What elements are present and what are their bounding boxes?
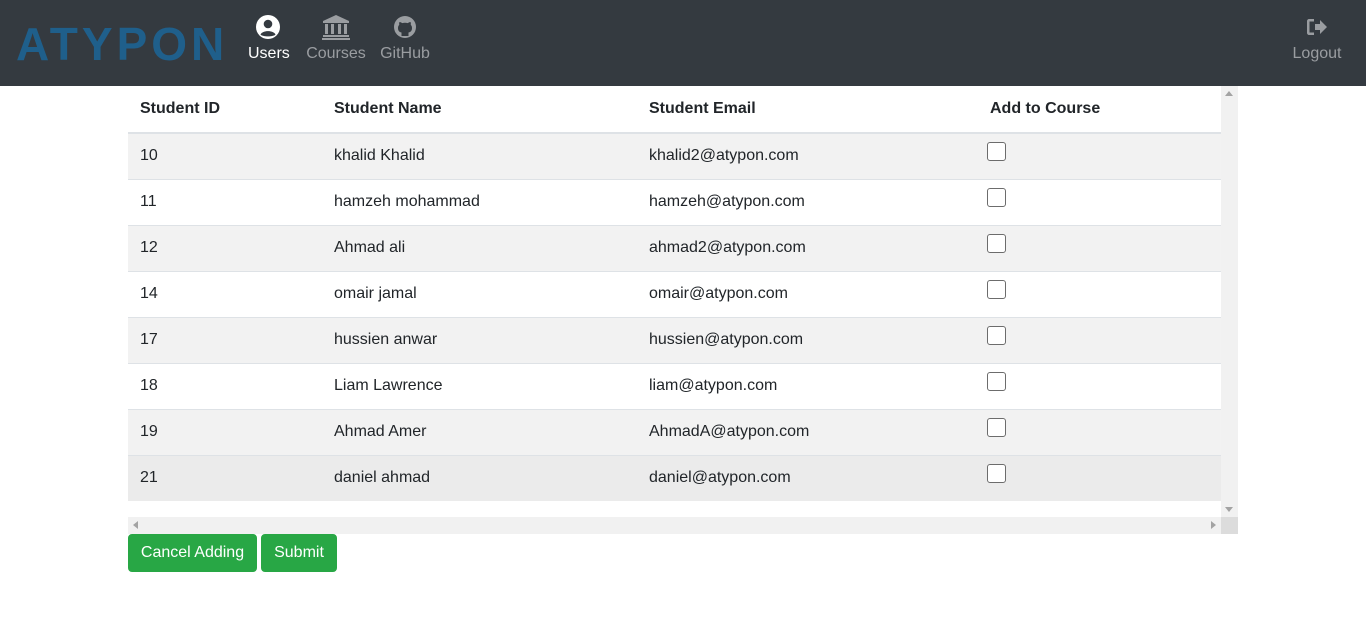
table-row: 12 Ahmad ali ahmad2@atypon.com bbox=[128, 224, 1221, 271]
table-row: 14 omair jamal omair@atypon.com bbox=[128, 270, 1221, 317]
table-row: 18 Liam Lawrence liam@atypon.com bbox=[128, 362, 1221, 409]
cell-student-id: 21 bbox=[128, 454, 322, 501]
university-icon bbox=[322, 15, 350, 40]
add-to-course-checkbox[interactable] bbox=[987, 279, 1006, 299]
nav-users-label: Users bbox=[248, 45, 290, 62]
scroll-up-icon[interactable] bbox=[1225, 91, 1233, 96]
atypon-logo[interactable]: ATYPON bbox=[16, 20, 240, 64]
add-to-course-checkbox[interactable] bbox=[987, 187, 1006, 207]
cell-student-email: daniel@atypon.com bbox=[637, 454, 978, 501]
nav-github-label: GitHub bbox=[380, 45, 430, 62]
cell-student-name: Liam Lawrence bbox=[322, 362, 637, 409]
add-to-course-checkbox[interactable] bbox=[987, 141, 1006, 161]
cell-add-to-course bbox=[978, 454, 1221, 501]
add-to-course-checkbox[interactable] bbox=[987, 463, 1006, 483]
cell-student-id: 14 bbox=[128, 270, 322, 317]
header-add-to-course: Add to Course bbox=[978, 86, 1221, 134]
students-table: Student ID Student Name Student Email Ad… bbox=[128, 86, 1221, 501]
header-student-id: Student ID bbox=[128, 86, 322, 134]
cell-add-to-course bbox=[978, 178, 1221, 225]
github-icon bbox=[394, 16, 416, 38]
nav-courses-label: Courses bbox=[306, 45, 366, 62]
cell-student-email: ahmad2@atypon.com bbox=[637, 224, 978, 271]
user-circle-icon bbox=[256, 15, 280, 39]
cell-add-to-course bbox=[978, 270, 1221, 317]
cell-add-to-course bbox=[978, 316, 1221, 363]
cell-student-email: AhmadA@atypon.com bbox=[637, 408, 978, 455]
cancel-adding-button[interactable]: Cancel Adding bbox=[128, 534, 257, 572]
submit-button[interactable]: Submit bbox=[261, 534, 337, 572]
cell-student-name: Ahmad ali bbox=[322, 224, 637, 271]
cell-student-id: 19 bbox=[128, 408, 322, 455]
logo-text: ATYPON bbox=[16, 20, 228, 64]
cell-add-to-course bbox=[978, 132, 1221, 179]
cell-student-email: khalid2@atypon.com bbox=[637, 132, 978, 179]
add-to-course-checkbox[interactable] bbox=[987, 371, 1006, 391]
cell-add-to-course bbox=[978, 362, 1221, 409]
cell-student-name: Ahmad Amer bbox=[322, 408, 637, 455]
cell-student-id: 18 bbox=[128, 362, 322, 409]
nav-logout[interactable]: Logout bbox=[1290, 14, 1344, 64]
scroll-right-icon[interactable] bbox=[1211, 521, 1216, 529]
top-navbar: ATYPON Users Courses GitHub Logout bbox=[0, 0, 1366, 86]
sign-out-icon bbox=[1307, 19, 1327, 35]
table-row: 11 hamzeh mohammad hamzeh@atypon.com bbox=[128, 178, 1221, 225]
table-row: 17 hussien anwar hussien@atypon.com bbox=[128, 316, 1221, 363]
cell-student-id: 11 bbox=[128, 178, 322, 225]
add-to-course-checkbox[interactable] bbox=[987, 233, 1006, 253]
cell-student-name: daniel ahmad bbox=[322, 454, 637, 501]
cell-add-to-course bbox=[978, 224, 1221, 271]
table-row: 10 khalid Khalid khalid2@atypon.com bbox=[128, 132, 1221, 179]
table-header-row: Student ID Student Name Student Email Ad… bbox=[128, 86, 1221, 134]
nav-logout-label: Logout bbox=[1292, 45, 1342, 62]
cell-student-email: hussien@atypon.com bbox=[637, 316, 978, 363]
scroll-down-icon[interactable] bbox=[1225, 507, 1233, 512]
cell-student-name: khalid Khalid bbox=[322, 132, 637, 179]
scroll-left-icon[interactable] bbox=[133, 521, 138, 529]
nav-courses[interactable]: Courses bbox=[306, 14, 366, 64]
vertical-scrollbar[interactable] bbox=[1221, 86, 1238, 517]
header-student-email: Student Email bbox=[637, 86, 978, 134]
table-row: 19 Ahmad Amer AhmadA@atypon.com bbox=[128, 408, 1221, 455]
header-student-name: Student Name bbox=[322, 86, 637, 134]
cell-student-email: liam@atypon.com bbox=[637, 362, 978, 409]
students-table-container: Student ID Student Name Student Email Ad… bbox=[128, 86, 1238, 534]
cell-student-name: omair jamal bbox=[322, 270, 637, 317]
add-to-course-checkbox[interactable] bbox=[987, 325, 1006, 345]
cell-student-id: 17 bbox=[128, 316, 322, 363]
nav-users[interactable]: Users bbox=[248, 14, 290, 64]
cell-student-id: 12 bbox=[128, 224, 322, 271]
cell-student-name: hussien anwar bbox=[322, 316, 637, 363]
scrollbar-corner bbox=[1221, 517, 1238, 534]
students-table-viewport: Student ID Student Name Student Email Ad… bbox=[128, 86, 1221, 517]
table-row: 21 daniel ahmad daniel@atypon.com bbox=[128, 454, 1221, 501]
cell-student-id: 10 bbox=[128, 132, 322, 179]
cell-student-name: hamzeh mohammad bbox=[322, 178, 637, 225]
horizontal-scrollbar[interactable] bbox=[128, 517, 1221, 534]
cell-student-email: hamzeh@atypon.com bbox=[637, 178, 978, 225]
cell-add-to-course bbox=[978, 408, 1221, 455]
cell-student-email: omair@atypon.com bbox=[637, 270, 978, 317]
nav-github[interactable]: GitHub bbox=[378, 14, 432, 64]
add-to-course-checkbox[interactable] bbox=[987, 417, 1006, 437]
